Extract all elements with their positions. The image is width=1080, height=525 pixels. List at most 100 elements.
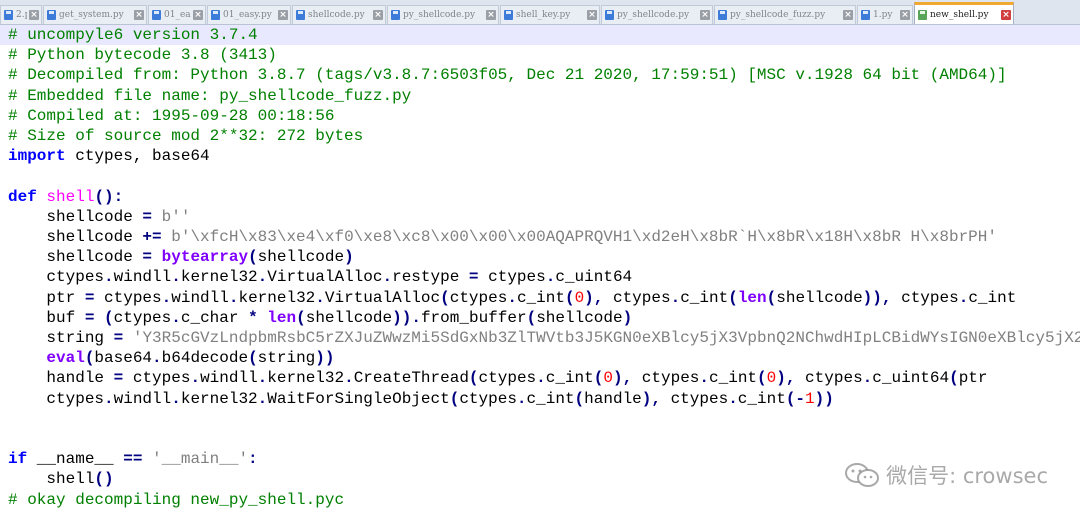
code-token: c_int: [526, 389, 575, 408]
code-token: string: [257, 349, 316, 368]
code-line: shellcode = b'': [8, 207, 190, 227]
file-saved-icon: [211, 10, 220, 20]
code-token: .: [382, 268, 393, 287]
tab-new-shell-py[interactable]: new_shell.py ×: [914, 2, 1014, 24]
code-token: .: [171, 308, 181, 327]
code-token: c_int: [737, 389, 786, 408]
code-token: WaitForSingleObject: [267, 389, 450, 408]
code-token: # Size of source mod 2**32: 272 bytes: [8, 127, 364, 145]
code-token: handle: [584, 389, 642, 408]
code-token: # uncompyle6 version 3.7.4: [8, 26, 258, 44]
code-token: =: [84, 288, 95, 307]
code-token: )).: [392, 308, 421, 327]
tab-close-icon[interactable]: ×: [700, 10, 710, 20]
code-token: )): [814, 389, 834, 408]
code-token: ctypes: [603, 288, 671, 307]
file-saved-icon: [861, 10, 870, 20]
code-editor[interactable]: # uncompyle6 version 3.7.4 # Python bytec…: [0, 25, 1080, 525]
code-token: ptr: [8, 288, 85, 307]
code-token: (: [564, 288, 575, 307]
code-token: # Decompiled from: Python 3.8.7 (tags/v3…: [8, 66, 1007, 85]
code-token: c_uint64: [555, 268, 633, 287]
code-token: ctypes: [478, 369, 537, 388]
code-token: ctypes: [94, 288, 162, 307]
code-token: ctypes: [123, 369, 191, 388]
tab-close-icon[interactable]: ×: [900, 10, 910, 20]
code-token: .: [190, 369, 201, 388]
code-line: handle = ctypes.windll.kernel32.CreateTh…: [8, 368, 988, 388]
tab-close-icon[interactable]: ×: [587, 10, 597, 20]
code-line: # Python bytecode 3.8 (3413): [8, 45, 277, 65]
code-token: ctypes: [478, 268, 546, 287]
code-token: b'': [161, 207, 191, 226]
tab-close-icon[interactable]: ×: [278, 10, 288, 20]
code-line: # Decompiled from: Python 3.8.7 (tags/v3…: [8, 65, 1007, 85]
code-token: (: [440, 288, 450, 307]
file-saved-icon: [918, 9, 927, 20]
code-token: (: [574, 389, 585, 408]
code-token: # Compiled at: 1995-09-28 00:18:56: [8, 106, 335, 125]
tab-label: shellcode.py: [308, 10, 365, 20]
tab-close-icon[interactable]: ×: [134, 10, 144, 20]
tab-01-easy[interactable]: 01_easy×: [148, 5, 206, 24]
code-token: +=: [142, 228, 162, 246]
code-line: # okay decompiling new_py_shell.pyc: [8, 490, 344, 510]
tab-label: new_shell.py: [930, 9, 989, 20]
code-token: (: [248, 248, 258, 267]
tab-close-icon[interactable]: ×: [843, 10, 853, 20]
code-token: c_int: [968, 288, 1017, 307]
tab-close-icon[interactable]: ×: [486, 10, 496, 20]
code-token: c_int: [545, 369, 594, 388]
code-token: (: [449, 389, 460, 408]
tab-shellcode-py[interactable]: shellcode.py ×: [292, 5, 386, 24]
file-saved-icon: [47, 10, 56, 20]
code-token: ),: [641, 389, 661, 408]
code-token: len: [267, 308, 297, 327]
tab-close-icon[interactable]: ×: [193, 10, 203, 20]
tab-close-icon[interactable]: ×: [1001, 9, 1011, 20]
tab-label: shell_key.py: [516, 10, 571, 20]
tab-1-py[interactable]: 1.py ×: [857, 5, 913, 24]
code-token: =: [142, 207, 153, 226]
tab-label: py_shellcode_fuzz.py: [730, 10, 826, 20]
tab-close-icon[interactable]: ×: [29, 10, 39, 20]
code-token: windll: [200, 369, 258, 388]
tab-shell-key-py[interactable]: shell_key.py ×: [500, 5, 600, 24]
code-token: shellcode: [8, 207, 143, 226]
code-token: =: [113, 329, 124, 347]
code-token: shellcode: [536, 308, 623, 327]
file-saved-icon: [504, 10, 513, 20]
code-token: shellcode: [257, 248, 345, 267]
tab-py-shellcode-py[interactable]: py_shellcode.py ×: [387, 5, 499, 24]
code-token: ctypes: [113, 308, 172, 327]
tab-label: py_shellcode.py: [403, 10, 476, 20]
code-token: .: [545, 268, 556, 287]
code-token: .: [670, 288, 681, 307]
tab-2-py[interactable]: 2.py×: [0, 5, 42, 24]
tab-py-shellcode-fuzz-py[interactable]: py_shellcode_fuzz.py ×: [714, 5, 856, 24]
tab-py-shellcode-py[interactable]: py_shellcode.py ×: [601, 5, 713, 24]
tab-01-easy-py[interactable]: 01_easy.py ×: [207, 5, 291, 24]
code-token: ),: [584, 288, 604, 307]
tab-close-icon[interactable]: ×: [373, 10, 383, 20]
code-token: '__main__': [152, 450, 249, 469]
code-token: *: [248, 308, 258, 327]
code-line: if __name__ == '__main__':: [8, 449, 258, 469]
code-token: shellcode: [8, 228, 143, 246]
tab-get-system-py[interactable]: get_system.py ×: [43, 5, 147, 24]
tab-label: 1.py: [873, 10, 893, 20]
tab-label: py_shellcode.py: [617, 10, 690, 20]
code-token: # Embedded file name: py_shellcode_fuzz.…: [8, 86, 412, 105]
code-token: .: [516, 389, 527, 408]
code-token: ctypes: [795, 369, 863, 388]
code-token: kernel32: [267, 369, 345, 388]
code-token: b'\xfcH\x83\xe4\xf0\xe8\xc8\x00\x00\x00A…: [171, 228, 997, 246]
code-token: ptr: [958, 369, 988, 388]
watermark-text: 微信号: crowsec: [886, 464, 1048, 488]
code-token: len: [737, 288, 767, 307]
code-line: # Size of source mod 2**32: 272 bytes: [8, 126, 363, 146]
code-token: ),: [776, 369, 796, 388]
